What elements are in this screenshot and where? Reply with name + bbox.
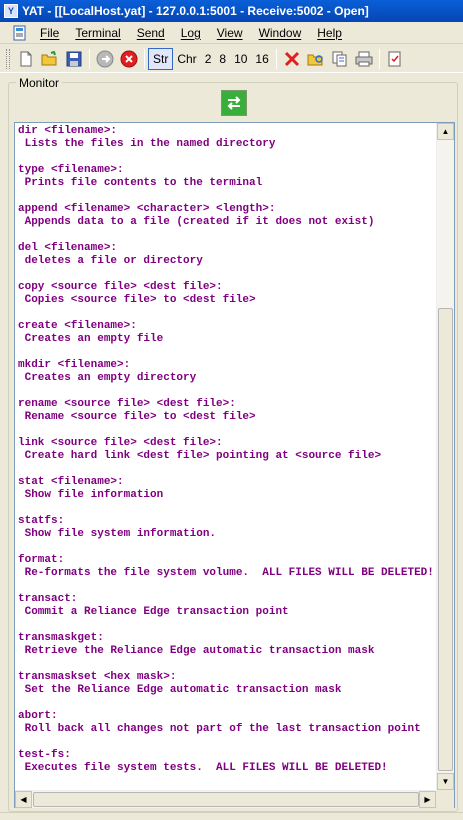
monitor-entry: rename <source file> <dest file>: Rename… — [18, 398, 436, 424]
monitor-command-line: statfs: — [18, 515, 65, 527]
monitor-entry: append <filename> <character> <length>: … — [18, 203, 436, 229]
open-folder-icon[interactable] — [39, 48, 61, 70]
scroll-corner — [436, 790, 454, 808]
monitor-panel[interactable]: dir <filename>: Lists the files in the n… — [14, 122, 455, 808]
title-bar[interactable]: Y YAT - [[LocalHost.yat] - 127.0.0.1:500… — [0, 0, 463, 22]
scroll-up-arrow-icon[interactable]: ▲ — [437, 123, 454, 140]
monitor-entry: type <filename>: Prints file contents to… — [18, 164, 436, 190]
monitor-entry: dir <filename>: Lists the files in the n… — [18, 125, 436, 151]
menu-help[interactable]: Help — [309, 26, 350, 40]
monitor-command-line: test-fs: — [18, 749, 71, 761]
monitor-entry: transact: Commit a Reliance Edge transac… — [18, 593, 436, 619]
menu-view[interactable]: View — [209, 26, 251, 40]
format-icon[interactable] — [384, 48, 406, 70]
vertical-scrollbar[interactable]: ▲ ▼ — [436, 123, 454, 790]
radix-chr-button[interactable]: Chr — [173, 48, 200, 70]
monitor-description-line: Executes file system tests. ALL FILES WI… — [18, 762, 388, 774]
toolbar-grip[interactable] — [6, 48, 10, 69]
monitor-command-line: stat <filename>: — [18, 476, 124, 488]
monitor-entry: del <filename>: deletes a file or direct… — [18, 242, 436, 268]
monitor-description-line: deletes a file or directory — [18, 255, 203, 267]
monitor-entry: copy <source file> <dest file>: Copies <… — [18, 281, 436, 307]
monitor-description-line: Re-formats the file system volume. ALL F… — [18, 567, 434, 579]
monitor-command-line: transmaskset <hex mask>: — [18, 671, 177, 683]
monitor-description-line: Show file system information. — [18, 528, 217, 540]
menu-log[interactable]: Log — [173, 26, 209, 40]
scroll-left-arrow-icon[interactable]: ◀ — [15, 791, 32, 808]
monitor-entry: stat <filename>: Show file information — [18, 476, 436, 502]
radix-bin-button[interactable]: 2 — [201, 48, 216, 70]
monitor-entry: format: Re-formats the file system volum… — [18, 554, 436, 580]
menu-file[interactable]: File — [32, 26, 67, 40]
monitor-description-line: Creates an empty directory — [18, 372, 197, 384]
menu-window[interactable]: Window — [251, 26, 310, 40]
document-icon[interactable] — [12, 25, 28, 41]
copy-icon[interactable] — [329, 48, 351, 70]
monitor-command-line: link <source file> <dest file>: — [18, 437, 223, 449]
monitor-description-line: Appends data to a file (created if it do… — [18, 216, 375, 228]
monitor-entry: link <source file> <dest file>: Create h… — [18, 437, 436, 463]
window-title: YAT - [[LocalHost.yat] - 127.0.0.1:5001 … — [22, 4, 369, 18]
monitor-entry: create <filename>: Creates an empty file — [18, 320, 436, 346]
monitor-entry: test-fs: Executes file system tests. ALL… — [18, 749, 436, 775]
monitor-description-line: Prints file contents to the terminal — [18, 177, 263, 189]
monitor-command-line: type <filename>: — [18, 164, 124, 176]
radix-dec-button[interactable]: 10 — [230, 48, 251, 70]
monitor-description-line: Create hard link <dest file> pointing at… — [18, 450, 382, 462]
find-icon[interactable] — [305, 48, 327, 70]
monitor-entry: transmaskget: Retrieve the Reliance Edge… — [18, 632, 436, 658]
disconnect-icon[interactable] — [118, 48, 140, 70]
scroll-down-arrow-icon[interactable]: ▼ — [437, 773, 454, 790]
monitor-description-line: Copies <source file> to <dest file> — [18, 294, 256, 306]
monitor-command-line: del <filename>: — [18, 242, 118, 254]
monitor-entry: mkdir <filename>: Creates an empty direc… — [18, 359, 436, 385]
monitor-command-line: rename <source file> <dest file>: — [18, 398, 236, 410]
menu-send[interactable]: Send — [129, 26, 173, 40]
radix-hex-button[interactable]: 16 — [251, 48, 272, 70]
radix-str-button[interactable]: Str — [148, 47, 174, 70]
toolbar-separator — [275, 48, 277, 69]
monitor-label: Monitor — [16, 76, 63, 90]
monitor-command-line: format: — [18, 554, 65, 566]
new-file-icon[interactable] — [15, 48, 37, 70]
horizontal-scrollbar[interactable]: ◀ ▶ — [15, 790, 436, 808]
monitor-command-line: abort: — [18, 710, 58, 722]
monitor-description-line: Creates an empty file — [18, 333, 164, 345]
toolbar-separator — [89, 48, 90, 69]
monitor-entry: abort: Roll back all changes not part of… — [18, 710, 436, 736]
monitor-description-line: Rename <source file> to <dest file> — [18, 411, 256, 423]
toolbar-separator — [144, 48, 145, 69]
monitor-description-line: Retrieve the Reliance Edge automatic tra… — [18, 645, 375, 657]
swap-arrows-icon[interactable] — [221, 90, 247, 116]
monitor-entry: transmaskset <hex mask>: Set the Relianc… — [18, 671, 436, 697]
monitor-command-line: append <filename> <character> <length>: — [18, 203, 276, 215]
monitor-entry: statfs: Show file system information. — [18, 515, 436, 541]
monitor-command-line: mkdir <filename>: — [18, 359, 131, 371]
monitor-command-line: create <filename>: — [18, 320, 137, 332]
toolbar-separator — [378, 48, 380, 69]
monitor-command-line: transact: — [18, 593, 78, 605]
scroll-right-arrow-icon[interactable]: ▶ — [419, 791, 436, 808]
yat-app-icon[interactable]: Y — [4, 4, 18, 18]
save-disk-icon[interactable] — [63, 48, 85, 70]
monitor-text-area[interactable]: dir <filename>: Lists the files in the n… — [15, 123, 436, 790]
radix-oct-button[interactable]: 8 — [215, 48, 230, 70]
monitor-description-line: Commit a Reliance Edge transaction point — [18, 606, 289, 618]
print-icon[interactable] — [353, 48, 375, 70]
monitor-command-line: dir <filename>: — [18, 125, 118, 137]
monitor-command-line: copy <source file> <dest file>: — [18, 281, 223, 293]
horizontal-scroll-thumb[interactable] — [33, 792, 419, 807]
clear-red-x-icon[interactable] — [281, 48, 303, 70]
monitor-command-line: transmaskget: — [18, 632, 104, 644]
menu-bar: File Terminal Send Log View Window Help — [0, 22, 463, 44]
vertical-scroll-thumb[interactable] — [438, 308, 453, 771]
menu-terminal[interactable]: Terminal — [67, 26, 128, 40]
connect-icon[interactable] — [94, 48, 116, 70]
status-bar — [0, 812, 463, 820]
monitor-description-line: Lists the files in the named directory — [18, 138, 276, 150]
toolbar: Str Chr 2 8 10 16 — [0, 45, 463, 73]
monitor-description-line: Roll back all changes not part of the la… — [18, 723, 421, 735]
monitor-description-line: Set the Reliance Edge automatic transact… — [18, 684, 342, 696]
monitor-description-line: Show file information — [18, 489, 164, 501]
